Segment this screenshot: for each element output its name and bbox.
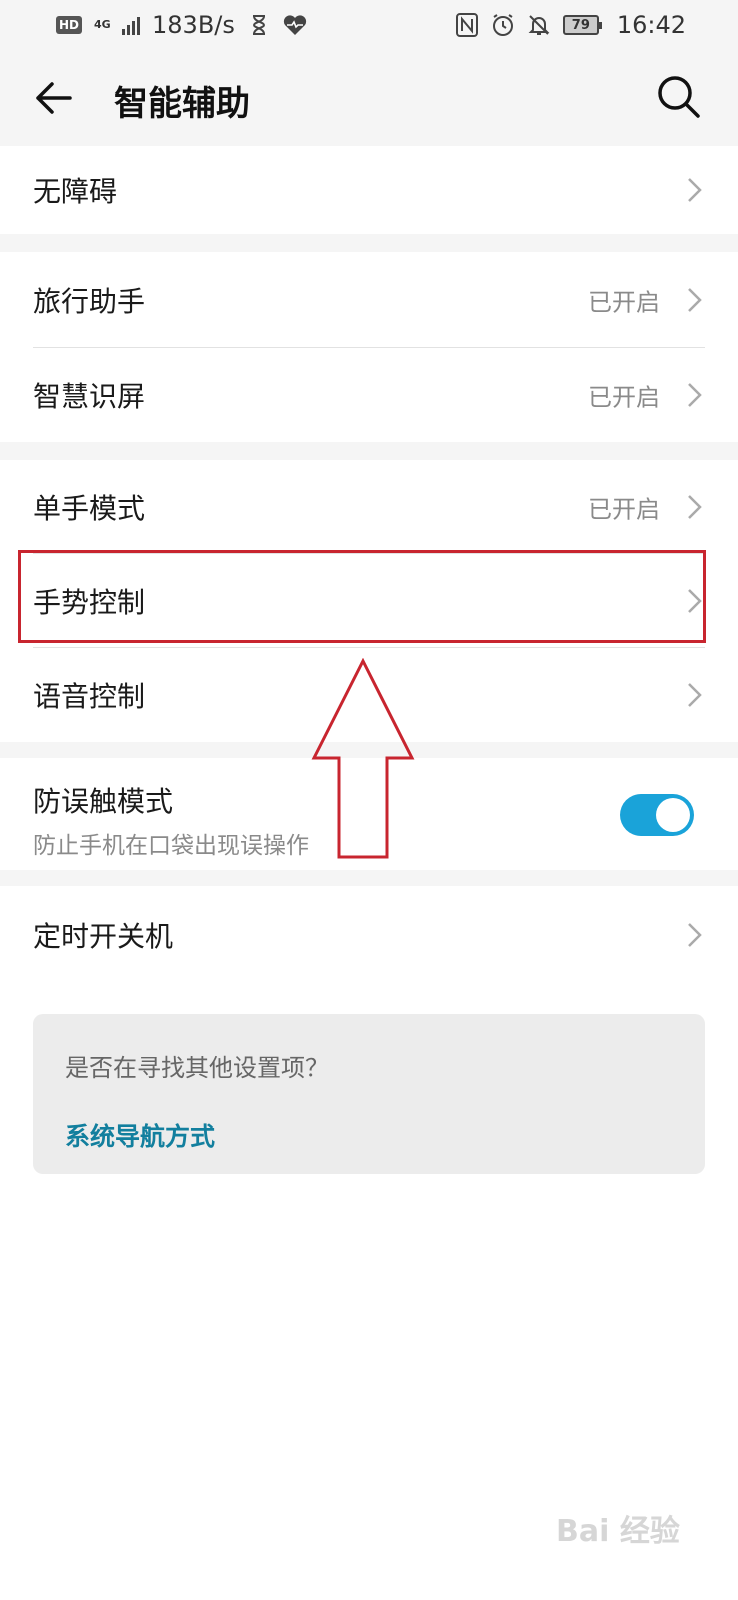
- navigation-mode-link[interactable]: 系统导航方式: [65, 1117, 673, 1153]
- app-header: 智能辅助: [0, 50, 738, 146]
- row-label: 语音控制: [33, 680, 146, 713]
- network-type: 4G: [94, 18, 111, 31]
- search-button[interactable]: [654, 72, 704, 122]
- toggle-knob: [656, 798, 690, 832]
- hourglass-icon: [247, 13, 271, 37]
- mute-icon: [527, 13, 551, 37]
- row-status: 已开启: [588, 495, 660, 524]
- chevron-right-icon: [688, 178, 702, 202]
- suggestion-card: 是否在寻找其他设置项？ 系统导航方式: [33, 1014, 705, 1174]
- page-title: 智能辅助: [114, 84, 250, 124]
- status-bar: HD 4G 183B/s 79 16:42: [0, 0, 738, 50]
- search-icon: [658, 76, 700, 118]
- row-label: 智慧识屏: [33, 380, 146, 413]
- up-arrow-annotation: [311, 658, 415, 859]
- clock: 16:42: [616, 11, 686, 39]
- battery-icon: 79: [562, 15, 602, 35]
- row-label: 定时开关机: [33, 920, 174, 953]
- heart-rate-icon: [283, 13, 307, 37]
- settings-group-accessibility: 无障碍: [0, 146, 738, 234]
- pocket-mode-toggle[interactable]: [620, 794, 694, 836]
- highlight-box: [18, 550, 706, 643]
- network-speed: 183B/s: [152, 11, 235, 39]
- chevron-right-icon: [688, 288, 702, 312]
- nfc-icon: [455, 13, 479, 37]
- chevron-right-icon: [688, 923, 702, 947]
- signal-icon: [122, 15, 141, 35]
- list-item-accessibility[interactable]: 无障碍: [0, 146, 738, 234]
- settings-group-assist: 旅行助手 已开启 智慧识屏 已开启: [0, 252, 738, 442]
- row-label: 单手模式: [33, 492, 146, 525]
- row-status: 已开启: [588, 288, 660, 317]
- list-item-scheduled-power[interactable]: 定时开关机: [0, 886, 738, 984]
- chevron-right-icon: [688, 683, 702, 707]
- arrow-left-icon: [36, 82, 72, 114]
- list-item-smart-screen[interactable]: 智慧识屏 已开启: [0, 348, 738, 442]
- chevron-right-icon: [688, 383, 702, 407]
- chevron-right-icon: [688, 495, 702, 519]
- hd-badge: HD: [56, 16, 83, 34]
- watermark: Bai 经验: [556, 1514, 680, 1549]
- row-status: 已开启: [588, 383, 660, 412]
- alarm-icon: [491, 13, 515, 37]
- settings-group-schedule: 定时开关机: [0, 886, 738, 984]
- list-item-one-hand-mode[interactable]: 单手模式 已开启: [0, 460, 738, 554]
- suggestion-question: 是否在寻找其他设置项？: [65, 1054, 329, 1082]
- row-label: 旅行助手: [33, 285, 146, 318]
- list-item-travel-assistant[interactable]: 旅行助手 已开启: [0, 252, 738, 348]
- row-label: 无障碍: [33, 175, 118, 208]
- back-button[interactable]: [30, 74, 78, 122]
